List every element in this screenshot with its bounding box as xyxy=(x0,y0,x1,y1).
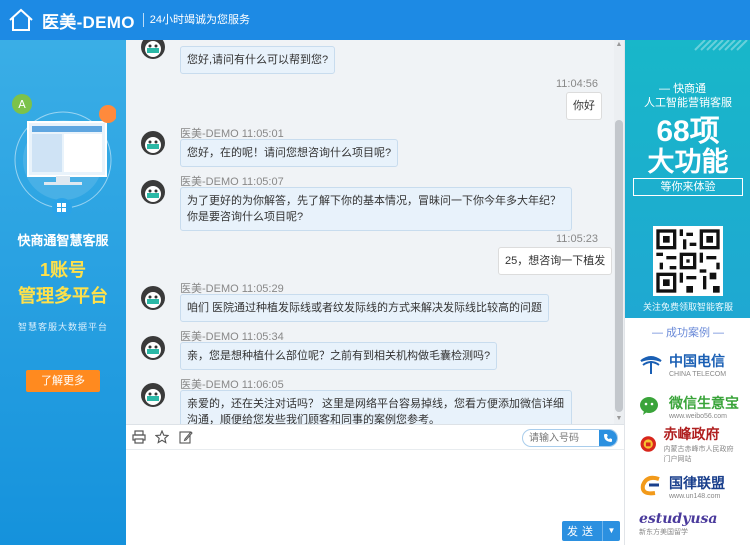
case-logo-un148[interactable]: 国律联盟 www.un148.com xyxy=(639,472,739,500)
guolv-logo-icon xyxy=(640,475,660,496)
user-message-bubble: 25，想咨询一下植发 xyxy=(498,247,613,275)
left-promo-panel: A 快商通智慧客服 1账号 管理多平台 智慧客服大数据平台 了解更多 xyxy=(0,40,126,545)
agent-avatar xyxy=(141,180,165,204)
print-icon[interactable] xyxy=(132,430,146,444)
china-telecom-logo-icon xyxy=(640,356,662,374)
user-message-bubble: 你好 xyxy=(566,92,602,120)
user-message-time: 11:04:56 xyxy=(555,78,598,90)
agent-avatar xyxy=(141,131,165,155)
qr-code-icon xyxy=(653,226,723,296)
phone-number-input[interactable] xyxy=(523,430,599,446)
send-options-chevron-down-icon[interactable]: ▼ xyxy=(602,521,620,541)
agent-message-bubble: 亲爱的，还在关注对话吗？ 这里是网络平台容易掉线，您看方便添加微信详细沟通，顺便… xyxy=(180,390,572,424)
agent-message-bubble: 您好,请问有什么可以帮到您? xyxy=(180,46,336,74)
scrollbar-thumb[interactable] xyxy=(615,120,623,412)
star-icon[interactable] xyxy=(154,429,170,444)
cases-title: — 成功案例 — xyxy=(651,327,725,339)
message-input[interactable] xyxy=(126,450,624,520)
agent-avatar xyxy=(141,383,165,407)
left-promo-subtitle: 智慧客服大数据平台 xyxy=(17,322,108,332)
left-promo-headline-1: 1账号 xyxy=(39,260,86,280)
agent-avatar xyxy=(141,336,165,360)
agent-message-bubble: 咱们 医院通过种植发际线或者纹发际线的方式来解决发际线比较高的问题 xyxy=(180,294,550,322)
home-icon[interactable] xyxy=(4,4,38,36)
agent-message-bubble: 亲，您是想种植什么部位呢？之前有到相关机构做毛囊检测吗? xyxy=(180,342,498,370)
scroll-up-icon[interactable]: ▲ xyxy=(614,40,624,50)
case-name: 国律联盟 xyxy=(669,474,725,491)
government-emblem-icon xyxy=(640,436,656,452)
scroll-down-icon[interactable]: ▼ xyxy=(614,414,624,424)
qr-caption: 关注免费领取智能客服 xyxy=(642,302,733,312)
case-sub: 内蒙古赤峰市人民政府门户网站 xyxy=(663,446,734,463)
case-name: 微信生意宝 xyxy=(669,394,739,411)
left-promo-title: 快商通智慧客服 xyxy=(17,233,109,248)
right-promo-panel: — 快商通 人工智能营销客服 68项 大功能 等你来体验 关注免费领取智能客服 … xyxy=(624,40,750,545)
chat-toolbar xyxy=(126,424,624,450)
case-sub: CHINA TELECOM xyxy=(669,370,727,378)
phone-callback-box xyxy=(522,429,618,447)
phone-call-icon[interactable] xyxy=(599,430,617,446)
edit-icon[interactable] xyxy=(179,430,193,444)
case-sub: www.un148.com xyxy=(669,492,721,500)
case-name: 赤峰政府 xyxy=(663,426,720,442)
agent-avatar xyxy=(141,40,165,59)
right-promo-cta[interactable]: 等你来体验 xyxy=(633,178,743,196)
case-sub: 新东方美国留学 xyxy=(639,529,688,536)
message-input-area xyxy=(126,450,624,545)
svg-text:A: A xyxy=(18,98,26,111)
app-slogan: 24小时竭诚为您服务 xyxy=(142,13,250,27)
case-logo-chifeng-gov[interactable]: 赤峰政府 内蒙古赤峰市人民政府门户网站 xyxy=(639,426,739,463)
chat-scrollbar[interactable]: ▲ ▼ xyxy=(614,40,624,424)
case-logo-china-telecom[interactable]: 中国电信 CHINA TELECOM xyxy=(639,350,739,378)
decorative-stripes-icon xyxy=(694,40,748,51)
learn-more-button[interactable]: 了解更多 xyxy=(26,370,100,392)
case-logo-estudyusa[interactable]: estudyusa 新东方美国留学 xyxy=(639,510,739,538)
agent-message-bubble: 您好，在的呢！请问您想咨询什么项目呢? xyxy=(180,139,399,167)
case-logo-weibo56[interactable]: 微信生意宝 www.weibo56.com xyxy=(639,392,739,420)
case-name: estudyusa xyxy=(639,511,718,527)
app-title: 医美-DEMO xyxy=(42,12,135,32)
wechat-logo-icon xyxy=(640,397,658,415)
chat-history[interactable]: 您好,请问有什么可以帮到您? 11:04:56 你好 医美-DEMO 11:05… xyxy=(126,40,614,424)
send-button[interactable]: 发送 ▼ xyxy=(562,521,620,541)
app-header: 医美-DEMO 24小时竭诚为您服务 xyxy=(0,0,750,40)
right-promo-banner[interactable]: — 快商通 人工智能营销客服 68项 大功能 等你来体验 关注免费领取智能客服 xyxy=(625,40,750,318)
left-promo-headline-2: 管理多平台 xyxy=(18,286,108,306)
send-button-label: 发送 xyxy=(567,526,597,538)
case-name: 中国电信 xyxy=(669,352,725,369)
agent-message-bubble: 为了更好的为你解答，先了解下你的基本情况，冒昧问一下你今年多大年纪？你是要咨询什… xyxy=(180,187,572,231)
agent-avatar xyxy=(141,286,165,310)
case-sub: www.weibo56.com xyxy=(669,412,727,420)
platform-globe-illustration: A xyxy=(12,94,116,218)
user-message-time: 11:05:23 xyxy=(555,233,598,245)
right-promo-headline-2: 大功能 xyxy=(647,147,729,177)
